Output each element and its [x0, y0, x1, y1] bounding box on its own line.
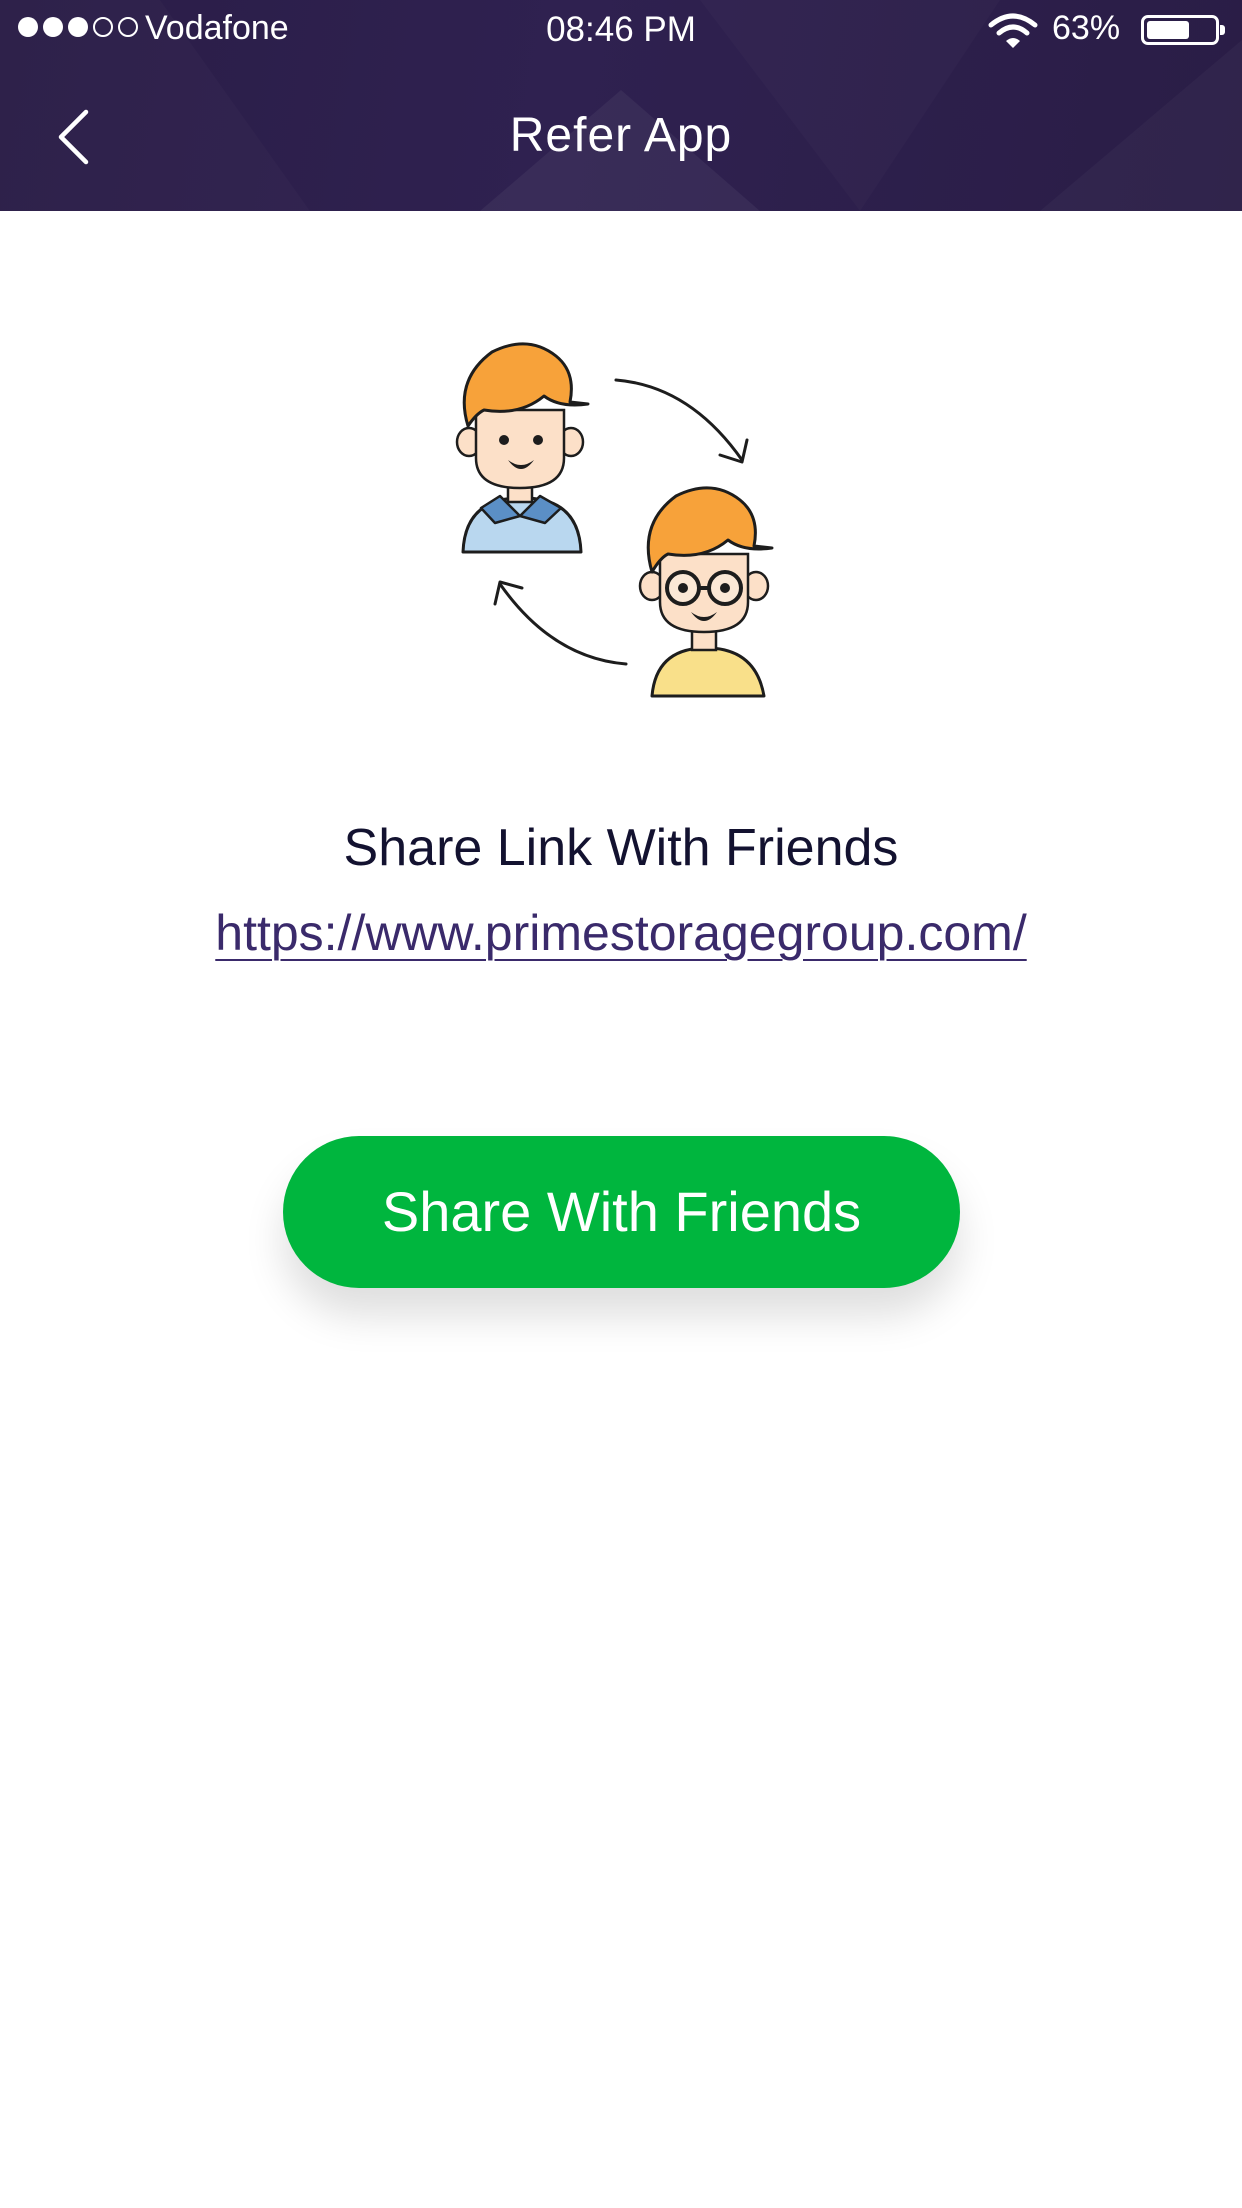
app-header: Vodafone 08:46 PM 63% Refer App	[0, 0, 1242, 211]
share-heading: Share Link With Friends	[343, 819, 899, 877]
referral-link[interactable]: https://www.primestoragegroup.com/	[0, 903, 1242, 963]
share-with-friends-button[interactable]: Share With Friends	[283, 1136, 960, 1288]
battery-tip	[1220, 25, 1225, 35]
friend-avatar-right	[638, 486, 774, 698]
battery-percent: 63%	[1052, 9, 1121, 47]
refer-friends-illustration	[455, 342, 774, 698]
wifi-icon	[988, 13, 1038, 48]
battery-icon	[1141, 15, 1225, 45]
battery-fill	[1147, 21, 1189, 39]
status-bar: Vodafone 08:46 PM 63%	[0, 0, 1242, 58]
page-title: Refer App	[509, 109, 733, 162]
friend-avatar-left	[455, 342, 590, 554]
